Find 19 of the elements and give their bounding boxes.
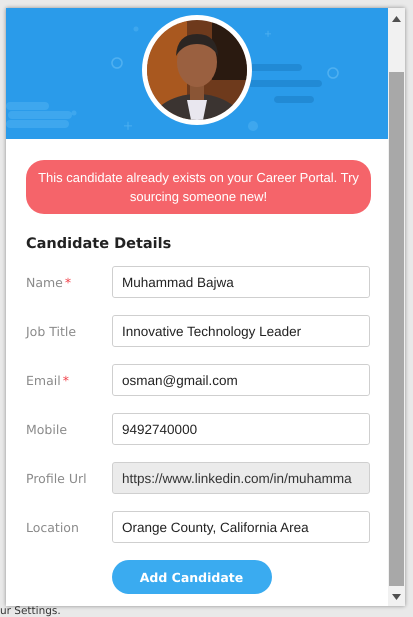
input-field[interactable]: Innovative Technology Leader	[112, 315, 370, 347]
field-label: Name	[26, 274, 63, 290]
field-label: Location	[26, 520, 79, 534]
required-asterisk: *	[62, 372, 69, 388]
input-field[interactable]: osman@gmail.com	[112, 364, 370, 396]
scroll-up-icon[interactable]	[392, 16, 401, 22]
field-label: Job Title	[26, 324, 76, 338]
scroll-down-icon[interactable]	[392, 594, 401, 600]
input-field[interactable]: 9492740000	[112, 413, 370, 445]
scrollbar[interactable]	[388, 8, 405, 606]
field-label: Mobile	[26, 422, 68, 436]
background-text: ur Settings.	[0, 606, 62, 617]
field-label: Profile Url	[26, 470, 87, 486]
input-field[interactable]: Orange County, California Area	[112, 511, 370, 543]
section-title: Candidate Details	[26, 236, 172, 252]
field-label: Email	[26, 372, 61, 388]
required-asterisk: *	[64, 274, 72, 290]
input-field[interactable]: Muhammad Bajwa	[112, 266, 370, 298]
alert-message: This candidate already exists on your Career Portal. Try sourcing someone new!	[26, 160, 371, 214]
